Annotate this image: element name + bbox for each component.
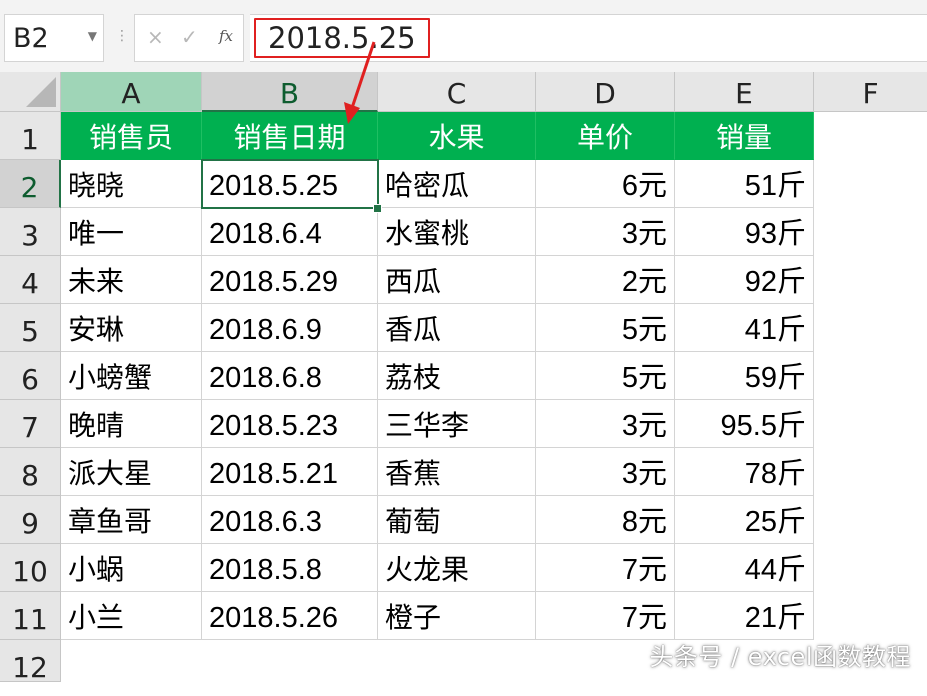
- table-cell[interactable]: 78斤: [675, 448, 814, 496]
- column-header-c[interactable]: C: [378, 72, 536, 112]
- table-cell[interactable]: 西瓜: [378, 256, 536, 304]
- table-cell[interactable]: 三华李: [378, 400, 536, 448]
- select-all-button[interactable]: [0, 72, 61, 112]
- table-cell[interactable]: 晚晴: [61, 400, 202, 448]
- table-cell[interactable]: 3元: [536, 208, 675, 256]
- table-cell[interactable]: 21斤: [675, 592, 814, 640]
- column-header-f[interactable]: F: [814, 72, 927, 112]
- table-cell[interactable]: 香瓜: [378, 304, 536, 352]
- name-box[interactable]: B2 ▼: [4, 14, 104, 62]
- table-cell[interactable]: 2018.5.21: [202, 448, 378, 496]
- table-cell[interactable]: 44斤: [675, 544, 814, 592]
- table-cell[interactable]: 3元: [536, 448, 675, 496]
- table-cell[interactable]: 火龙果: [378, 544, 536, 592]
- table-cell[interactable]: 安琳: [61, 304, 202, 352]
- table-cell[interactable]: 小螃蟹: [61, 352, 202, 400]
- row-header-4[interactable]: 4: [0, 256, 61, 304]
- table-cell[interactable]: 2018.6.8: [202, 352, 378, 400]
- table-cell[interactable]: 7元: [536, 592, 675, 640]
- table-cell[interactable]: 93斤: [675, 208, 814, 256]
- column-header-e[interactable]: E: [675, 72, 814, 112]
- table-cell[interactable]: 5元: [536, 304, 675, 352]
- table-cell[interactable]: 5元: [536, 352, 675, 400]
- row-header-11[interactable]: 11: [0, 592, 61, 640]
- chevron-down-icon[interactable]: ▼: [88, 29, 97, 43]
- red-arrow-icon: [344, 41, 376, 124]
- table-cell[interactable]: 派大星: [61, 448, 202, 496]
- insert-function-icon[interactable]: fx: [219, 27, 233, 45]
- row-header-1[interactable]: 1: [0, 112, 61, 160]
- table-cell[interactable]: 哈密瓜: [378, 160, 536, 208]
- table-cell[interactable]: 唯一: [61, 208, 202, 256]
- enter-icon[interactable]: ✓: [181, 25, 198, 49]
- table-cell[interactable]: 2018.5.23: [202, 400, 378, 448]
- table-cell[interactable]: 荔枝: [378, 352, 536, 400]
- fill-handle[interactable]: [373, 204, 382, 213]
- spreadsheet-grid: A B C D E F 1 2 3 4 5 6 7 8 9 10 11 12 销…: [0, 41, 927, 684]
- table-cell[interactable]: 水蜜桃: [378, 208, 536, 256]
- row-header-8[interactable]: 8: [0, 448, 61, 496]
- table-cell[interactable]: 2元: [536, 256, 675, 304]
- table-cell[interactable]: 2018.6.4: [202, 208, 378, 256]
- name-box-value: B2: [13, 23, 49, 54]
- column-header-a[interactable]: A: [61, 72, 202, 112]
- table-cell[interactable]: 41斤: [675, 304, 814, 352]
- cell-header-unit-price[interactable]: 单价: [536, 112, 675, 160]
- column-header-d[interactable]: D: [536, 72, 675, 112]
- table-cell[interactable]: 6元: [536, 160, 675, 208]
- table-cell[interactable]: 小兰: [61, 592, 202, 640]
- table-cell[interactable]: 2018.5.26: [202, 592, 378, 640]
- table-cell[interactable]: 92斤: [675, 256, 814, 304]
- table-cell[interactable]: 章鱼哥: [61, 496, 202, 544]
- table-cell[interactable]: 橙子: [378, 592, 536, 640]
- table-cell[interactable]: 7元: [536, 544, 675, 592]
- table-cell[interactable]: 8元: [536, 496, 675, 544]
- table-cell[interactable]: 2018.5.29: [202, 256, 378, 304]
- table-cell[interactable]: 51斤: [675, 160, 814, 208]
- table-cell[interactable]: 香蕉: [378, 448, 536, 496]
- formula-buttons: × ✓ fx: [134, 14, 244, 62]
- row-header-7[interactable]: 7: [0, 400, 61, 448]
- table-cell[interactable]: 2018.5.25: [202, 160, 378, 208]
- row-header-6[interactable]: 6: [0, 352, 61, 400]
- table-cell[interactable]: 晓晓: [61, 160, 202, 208]
- row-header-5[interactable]: 5: [0, 304, 61, 352]
- row-header-2[interactable]: 2: [0, 160, 61, 208]
- table-cell[interactable]: 小蜗: [61, 544, 202, 592]
- formula-bar-area: B2 ▼ ⋮ × ✓ fx 2018.5.25: [0, 0, 927, 72]
- select-all-triangle-icon: [26, 77, 56, 107]
- cell-header-quantity[interactable]: 销量: [675, 112, 814, 160]
- watermark: 头条号 / excel函数教程: [649, 643, 911, 671]
- table-cell[interactable]: 葡萄: [378, 496, 536, 544]
- row-header-10[interactable]: 10: [0, 544, 61, 592]
- table-cell[interactable]: 25斤: [675, 496, 814, 544]
- table-cell[interactable]: 未来: [61, 256, 202, 304]
- cell-header-salesperson[interactable]: 销售员: [61, 112, 202, 160]
- drag-handle-icon[interactable]: ⋮: [115, 28, 129, 44]
- cancel-icon[interactable]: ×: [147, 25, 164, 49]
- table-cell[interactable]: 2018.6.3: [202, 496, 378, 544]
- table-cell[interactable]: 59斤: [675, 352, 814, 400]
- table-cell[interactable]: 95.5斤: [675, 400, 814, 448]
- table-cell[interactable]: 3元: [536, 400, 675, 448]
- table-cell[interactable]: 2018.6.9: [202, 304, 378, 352]
- cell-header-fruit[interactable]: 水果: [378, 112, 536, 160]
- table-cell[interactable]: 2018.5.8: [202, 544, 378, 592]
- row-header-9[interactable]: 9: [0, 496, 61, 544]
- row-header-12[interactable]: 12: [0, 640, 61, 684]
- row-header-3[interactable]: 3: [0, 208, 61, 256]
